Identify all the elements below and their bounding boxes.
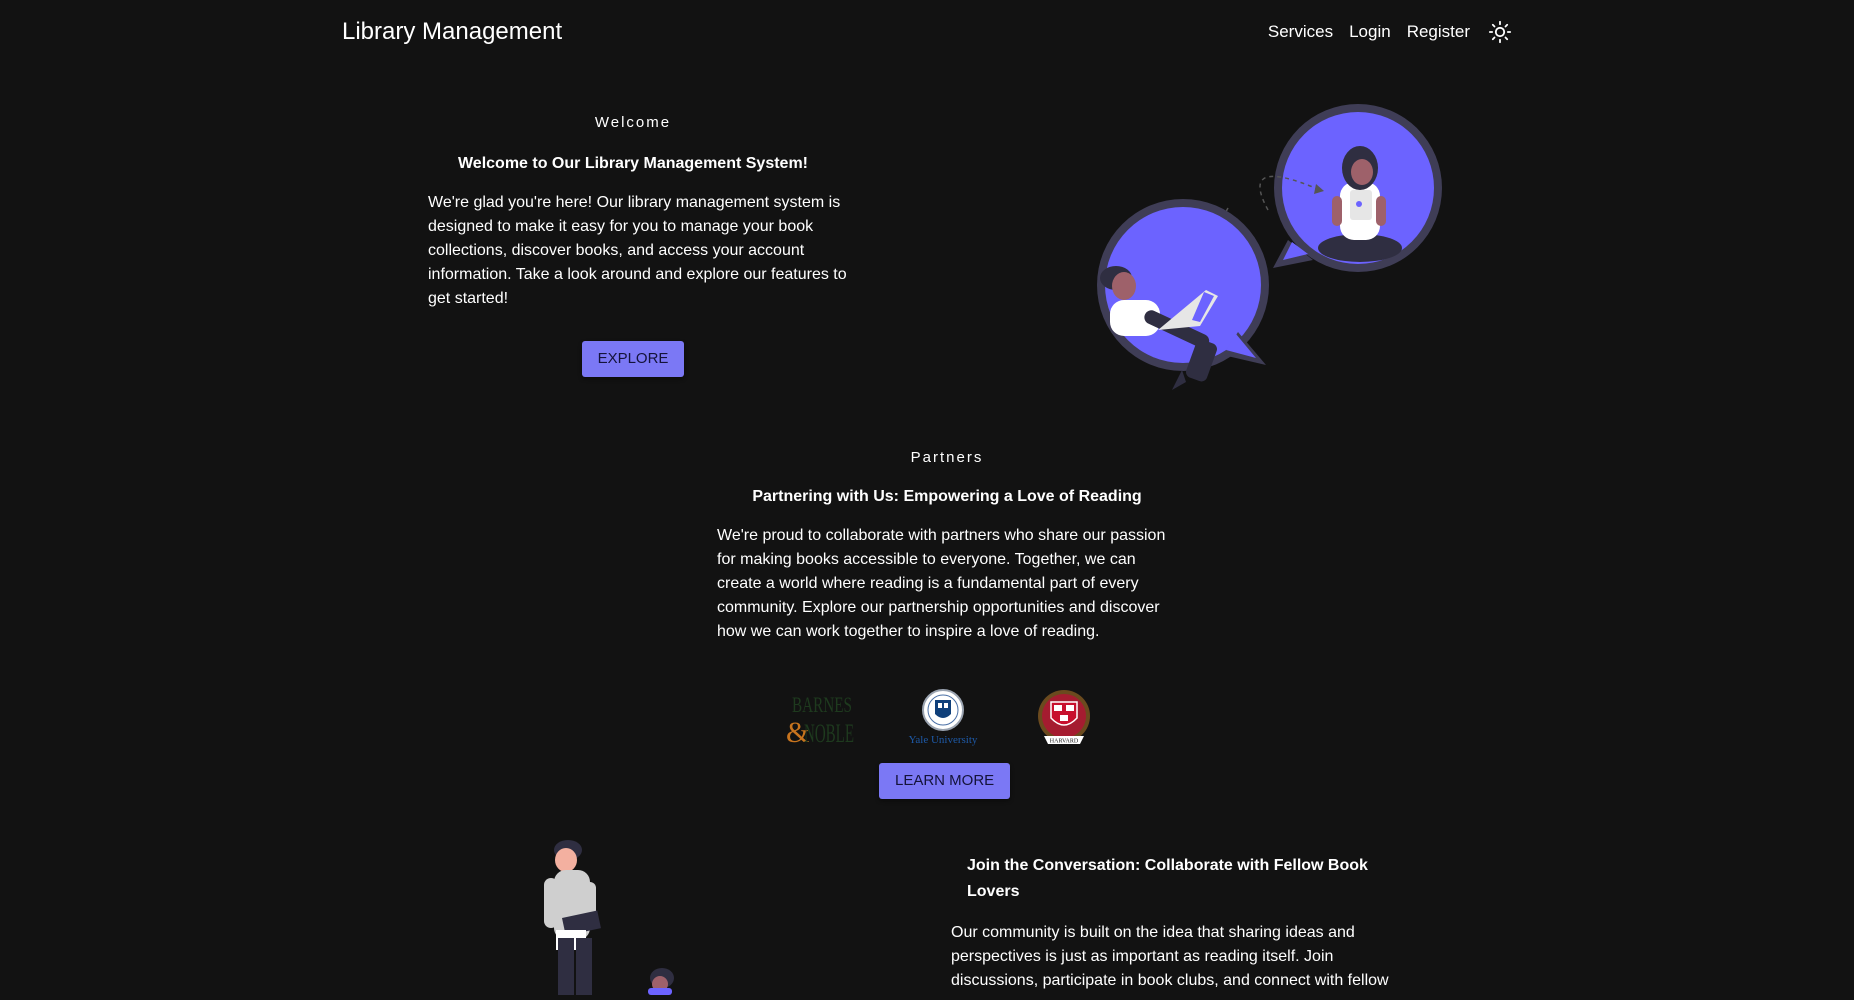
community-text: Our community is built on the idea that … <box>951 924 1389 989</box>
partners-heading: Partnering with Us: Empowering a Love of… <box>752 488 1142 505</box>
nav-link-register[interactable]: Register <box>1407 20 1470 44</box>
yale-text: Yale University <box>909 734 978 746</box>
learn-more-wrap: LEARN MORE <box>879 763 1011 799</box>
welcome-eyebrow: Welcome <box>594 114 672 131</box>
nav-link-services[interactable]: Services <box>1268 20 1333 44</box>
partners-eyebrow: Partners <box>910 449 984 466</box>
learn-more-button[interactable]: LEARN MORE <box>879 763 1011 799</box>
barnes-noble-logo: BARNES & NOBLE <box>786 688 856 749</box>
brand-link[interactable]: Library Management <box>342 18 562 46</box>
explore-button[interactable]: EXPLORE <box>581 341 685 377</box>
nav-links: Services Login Register <box>1268 20 1512 44</box>
welcome-heading: Welcome to Our Library Management System… <box>457 155 808 172</box>
yale-university-logo: Yale University <box>906 688 980 748</box>
theme-toggle-button[interactable] <box>1488 20 1512 44</box>
partners-section: Partners Partnering with Us: Empowering … <box>717 449 1177 644</box>
harvard-ribbon-text: HARVARD <box>1050 739 1079 745</box>
partners-text: We're proud to collaborate with partners… <box>717 527 1166 640</box>
navbar: Library Management Services Login Regist… <box>0 0 1854 64</box>
barnes-text: BARNES <box>792 692 852 717</box>
noble-text: NOBLE <box>804 719 854 746</box>
partner-logos: BARNES & NOBLE Yale University HARVARD <box>782 686 1102 749</box>
welcome-text: We're glad you're here! Our library mana… <box>428 194 847 307</box>
community-heading: Join the Conversation: Collaborate with … <box>967 857 1368 900</box>
nav-link-login[interactable]: Login <box>1349 20 1391 44</box>
explore-button-wrap: EXPLORE <box>408 341 858 377</box>
community-illustration <box>520 838 680 995</box>
sun-icon <box>1488 20 1512 44</box>
chat-illustration <box>1088 100 1448 395</box>
community-section: Join the Conversation: Collaborate with … <box>951 853 1421 993</box>
harvard-logo: HARVARD <box>1034 688 1094 748</box>
welcome-section: Welcome Welcome to Our Library Managemen… <box>428 114 878 377</box>
